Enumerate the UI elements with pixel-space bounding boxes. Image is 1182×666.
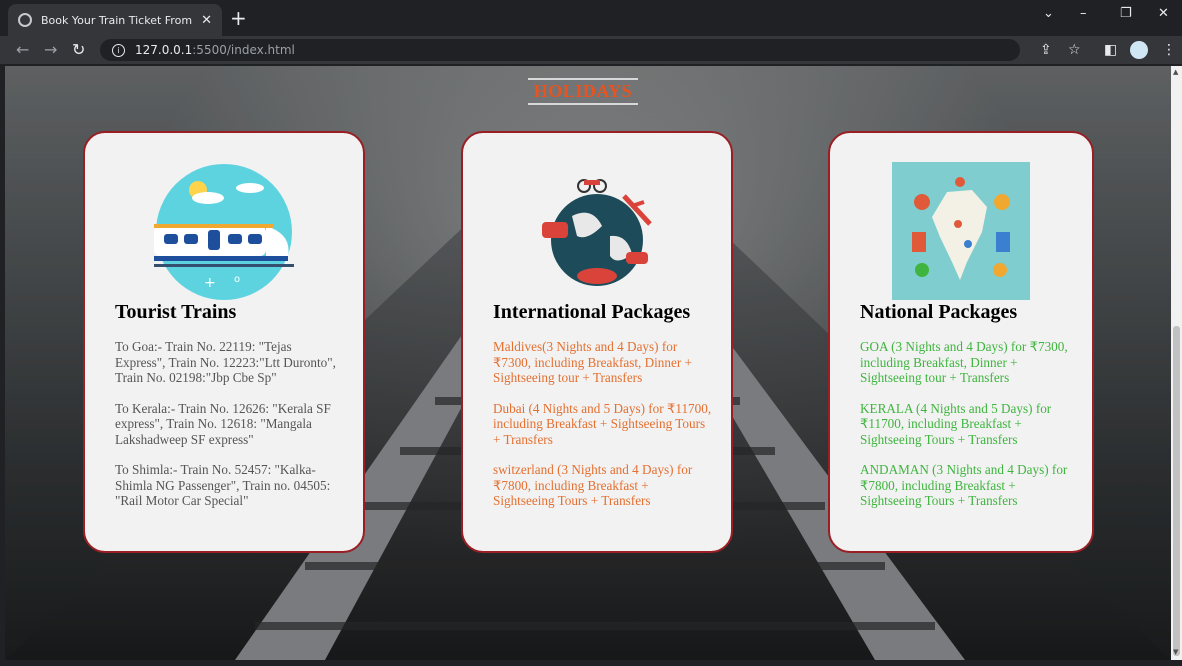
card-body: To Goa:- Train No. 22119: "Tejas Express… (115, 339, 337, 524)
address-bar[interactable]: i 127.0.0.1 :5500/index.html (100, 39, 1020, 61)
card-title: National Packages (860, 301, 1018, 323)
new-tab-button[interactable]: + (230, 7, 247, 29)
menu-kebab-icon[interactable]: ⋮ (1162, 40, 1176, 60)
restore-button[interactable]: ❐ (1120, 6, 1132, 21)
browser-tab-strip: Book Your Train Ticket From Your ✕ + ⌄ –… (0, 0, 1182, 36)
tourist-trains-card: + o Tourist Trains To Goa:- Train No. 22… (83, 131, 365, 553)
india-map-icon (892, 162, 1030, 300)
globe-icon (18, 13, 32, 27)
train-illustration-icon: + o (154, 164, 294, 300)
scroll-up-icon[interactable]: ▲ (1173, 68, 1178, 76)
card-paragraph: To Goa:- Train No. 22119: "Tejas Express… (115, 339, 336, 385)
page-viewport: HOLIDAYS + o Tourist Trains To Goa:- Tra… (5, 66, 1171, 660)
svg-text:o: o (234, 274, 240, 285)
minimize-button[interactable]: – (1080, 6, 1087, 21)
bookmark-star-icon[interactable]: ☆ (1068, 40, 1081, 60)
url-host: 127.0.0.1 (135, 43, 193, 57)
svg-text:+: + (204, 275, 216, 291)
scroll-down-icon[interactable]: ▼ (1173, 648, 1178, 656)
forward-arrow-icon[interactable]: → (44, 40, 57, 60)
url-path: :5500/index.html (192, 43, 295, 57)
card-paragraph: Dubai (4 Nights and 5 Days) for ₹11700, … (493, 400, 712, 447)
page-heading: HOLIDAYS (528, 78, 638, 105)
tab-title: Book Your Train Ticket From Your (41, 13, 195, 27)
browser-tab[interactable]: Book Your Train Ticket From Your ✕ (8, 4, 222, 36)
tab-close-button[interactable]: ✕ (201, 13, 212, 28)
tab-search-button[interactable]: ⌄ (1043, 6, 1054, 21)
side-panel-icon[interactable]: ◧ (1104, 40, 1117, 60)
card-paragraph: ANDAMAN (3 Nights and 4 Days) for ₹7800,… (860, 462, 1068, 508)
share-icon[interactable]: ⇪ (1040, 40, 1052, 60)
card-title: International Packages (493, 301, 691, 323)
card-paragraph: switzerland (3 Nights and 4 Days) for ₹7… (493, 462, 693, 508)
back-arrow-icon[interactable]: ← (16, 40, 29, 60)
globe-travel-icon (542, 179, 652, 286)
international-packages-card: International Packages Maldives(3 Nights… (461, 131, 733, 553)
card-title: Tourist Trains (115, 301, 237, 323)
scrollbar-thumb[interactable] (1173, 326, 1180, 656)
reload-icon[interactable]: ↻ (72, 40, 85, 60)
profile-avatar[interactable] (1130, 41, 1148, 59)
card-paragraph: To Kerala:- Train No. 12626: "Kerala SF … (115, 400, 331, 447)
card-paragraph: KERALA (4 Nights and 5 Days) for ₹11700,… (860, 400, 1052, 447)
info-icon[interactable]: i (112, 43, 125, 57)
card-body: GOA (3 Nights and 4 Days) for ₹7300, inc… (860, 339, 1070, 524)
card-paragraph: Maldives(3 Nights and 4 Days) for ₹7300,… (493, 339, 692, 385)
page-scrollbar[interactable]: ▲ ▼ (1171, 66, 1182, 660)
close-window-button[interactable]: ✕ (1158, 6, 1169, 21)
card-body: Maldives(3 Nights and 4 Days) for ₹7300,… (493, 339, 713, 524)
card-paragraph: To Shimla:- Train No. 52457: "Kalka-Shim… (115, 462, 331, 508)
national-packages-card: National Packages GOA (3 Nights and 4 Da… (828, 131, 1094, 553)
card-paragraph: GOA (3 Nights and 4 Days) for ₹7300, inc… (860, 339, 1068, 385)
browser-toolbar: ← → ↻ i 127.0.0.1 :5500/index.html ⇪ ☆ ◧… (0, 36, 1182, 64)
